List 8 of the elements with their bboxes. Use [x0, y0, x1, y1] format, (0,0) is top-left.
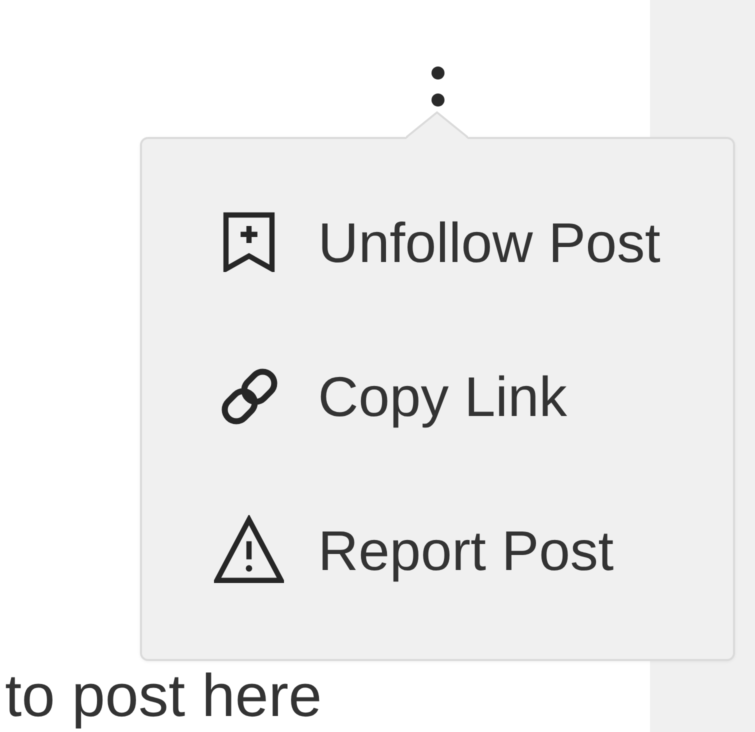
warning-icon: [214, 515, 284, 585]
bookmark-plus-icon: [223, 212, 275, 272]
menu-item[interactable]: Report Post: [142, 473, 733, 627]
menu-item[interactable]: Unfollow Post: [142, 165, 733, 319]
menu-item[interactable]: Copy Link: [142, 319, 733, 473]
more-options-button[interactable]: [431, 66, 445, 107]
vertical-dots-icon: [431, 66, 445, 107]
post-text: to post here: [5, 661, 322, 730]
